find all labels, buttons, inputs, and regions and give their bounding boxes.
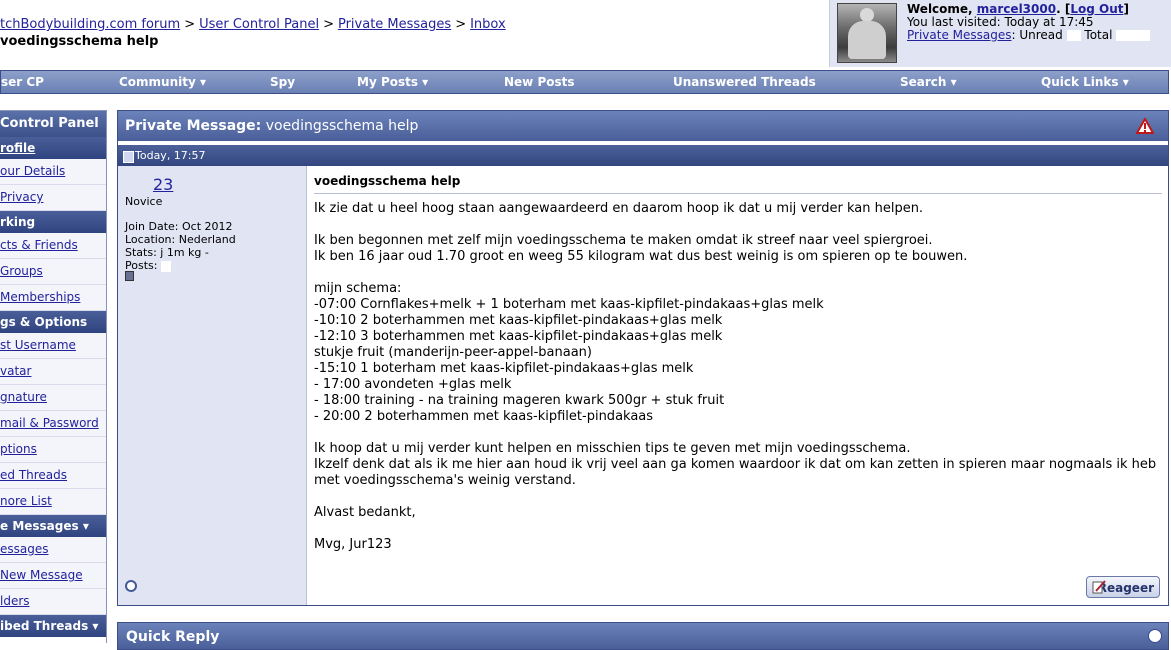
last-visited-label: You last visited: Today at xyxy=(907,15,1059,29)
redacted-post-count xyxy=(160,260,171,272)
sidebar-item-label[interactable]: essages xyxy=(0,542,49,556)
quick-reply-label: Quick Reply xyxy=(126,629,220,645)
unread-label: : Unread xyxy=(1011,28,1067,42)
message-body: Ik zie dat u heel hoog staan aangewaarde… xyxy=(314,201,1157,552)
sidebar-section-private-messages[interactable]: e Messages ▾ xyxy=(0,515,106,537)
sidebar-section-profile[interactable]: rofile xyxy=(0,137,106,159)
sidebar-item-ignore-list[interactable]: nore List xyxy=(0,489,106,515)
welcome-text: Welcome, marcel3000. [Log Out] You last … xyxy=(907,2,1151,42)
nav-unanswered-threads[interactable]: Unanswered Threads xyxy=(673,75,816,89)
sidebar-section-settings-options: gs & Options xyxy=(0,311,106,333)
sidebar-item-request-username[interactable]: st Username xyxy=(0,333,106,359)
sidebar-item-label[interactable]: cts & Friends xyxy=(0,238,78,252)
sidebar-item-groups[interactable]: Groups xyxy=(0,259,106,285)
sender-title: Novice xyxy=(125,195,163,208)
pm-header-label: Private Message: xyxy=(125,118,262,134)
avatar[interactable] xyxy=(837,3,897,63)
sidebar-item-label[interactable]: ptions xyxy=(0,442,37,456)
sender-location: Location: Nederland xyxy=(125,233,236,246)
private-message-panel: Private Message: voedingsschema help Tod… xyxy=(117,110,1169,606)
nav-search[interactable]: Search ▾ xyxy=(900,75,957,89)
total-label: Total xyxy=(1080,28,1117,42)
pm-header: Private Message: voedingsschema help xyxy=(118,111,1168,141)
welcome-prefix: Welcome, xyxy=(907,2,977,16)
pencil-icon xyxy=(1092,580,1106,594)
sidebar-item-subscribed-threads[interactable]: ed Threads xyxy=(0,463,106,489)
message-divider xyxy=(314,193,1162,194)
private-messages-link[interactable]: Private Messages xyxy=(907,28,1012,42)
sidebar-item-label[interactable]: New Message xyxy=(0,568,83,582)
user-cp-sidebar: Control Panel rofile our Details Privacy… xyxy=(0,110,107,643)
post-date-bar: Today, 17:57 xyxy=(118,145,1168,166)
sidebar-item-edit-folders[interactable]: lders xyxy=(0,589,106,615)
nav-new-posts[interactable]: New Posts xyxy=(504,75,575,89)
redacted-total-count xyxy=(1116,30,1151,41)
sender-username: 23 xyxy=(153,175,174,194)
breadcrumb-separator: > xyxy=(455,17,467,32)
sidebar-item-label[interactable]: nore List xyxy=(0,494,52,508)
nav-community[interactable]: Community ▾ xyxy=(119,75,206,89)
nav-quick-links[interactable]: Quick Links ▾ xyxy=(1041,75,1129,89)
sidebar-item-contacts-friends[interactable]: cts & Friends xyxy=(0,233,106,259)
sidebar-item-label[interactable]: lders xyxy=(0,594,30,608)
navbar: ser CP Community ▾ Spy My Posts ▾ New Po… xyxy=(0,70,1169,94)
sender-info: 23 Novice Join Date: Oct 2012 Location: … xyxy=(118,166,307,605)
collapse-icon[interactable] xyxy=(1148,629,1162,643)
page-title: voedingsschema help xyxy=(0,34,159,49)
sidebar-item-email-password[interactable]: mail & Password xyxy=(0,411,106,437)
logout-link[interactable]: Log Out xyxy=(1070,2,1123,16)
sidebar-item-signature[interactable]: gnature xyxy=(0,385,106,411)
nav-user-cp[interactable]: ser CP xyxy=(1,75,44,89)
sidebar-section-networking: rking xyxy=(0,211,106,233)
sidebar-item-label[interactable]: our Details xyxy=(0,164,65,178)
sidebar-item-label[interactable]: st Username xyxy=(0,338,76,352)
sender-stats: Stats: j 1m kg - xyxy=(125,246,209,259)
reputation-icon xyxy=(125,271,134,281)
nav-my-posts[interactable]: My Posts ▾ xyxy=(357,75,428,89)
message-content: voedingsschema help Ik zie dat u heel ho… xyxy=(314,166,1162,605)
sidebar-item-label[interactable]: ed Threads xyxy=(0,468,67,482)
user-offline-status-icon xyxy=(125,580,137,592)
sender-username-link[interactable]: 23 xyxy=(125,175,173,194)
message-subject: voedingsschema help xyxy=(314,174,461,188)
redacted-username-part xyxy=(125,178,153,193)
sidebar-section-profile-link[interactable]: rofile xyxy=(0,141,35,155)
sender-join-date: Join Date: Oct 2012 xyxy=(125,220,233,233)
quick-reply-header: Quick Reply xyxy=(117,622,1169,650)
breadcrumb-inbox-link[interactable]: Inbox xyxy=(470,17,506,32)
sidebar-section-subscribed-threads[interactable]: ibed Threads ▾ xyxy=(0,615,106,637)
sidebar-item-label[interactable]: Privacy xyxy=(0,190,43,204)
sidebar-item-privacy[interactable]: Privacy xyxy=(0,185,106,211)
sidebar-item-your-details[interactable]: our Details xyxy=(0,159,106,185)
breadcrumb-forum-link[interactable]: tchBodybuilding.com forum xyxy=(0,17,180,32)
username-link[interactable]: marcel3000 xyxy=(977,2,1056,16)
reply-button-label: Reageer xyxy=(1097,581,1154,595)
sidebar-item-send-new-message[interactable]: New Message xyxy=(0,563,106,589)
sidebar-item-list-messages[interactable]: essages xyxy=(0,537,106,563)
sidebar-item-label[interactable]: gnature xyxy=(0,390,47,404)
pm-header-subject: voedingsschema help xyxy=(261,118,419,134)
sidebar-item-options[interactable]: ptions xyxy=(0,437,106,463)
nav-spy[interactable]: Spy xyxy=(270,75,295,89)
sender-details: Join Date: Oct 2012 Location: Nederland … xyxy=(125,220,236,272)
sidebar-item-avatar[interactable]: vatar xyxy=(0,359,106,385)
report-warning-icon[interactable] xyxy=(1136,118,1154,134)
breadcrumb-separator: > xyxy=(323,17,334,32)
sidebar-title: Control Panel xyxy=(0,111,106,137)
post-icon xyxy=(123,151,134,163)
sidebar-item-label[interactable]: Groups xyxy=(0,264,43,278)
sidebar-item-label[interactable]: Memberships xyxy=(0,290,80,304)
sidebar-item-label[interactable]: mail & Password xyxy=(0,416,99,430)
reply-button[interactable]: Reageer xyxy=(1086,576,1160,598)
breadcrumb-private-messages-link[interactable]: Private Messages xyxy=(338,17,451,32)
post-date: Today, 17:57 xyxy=(135,149,206,162)
welcome-box: Welcome, marcel3000. [Log Out] You last … xyxy=(829,0,1171,67)
redacted-unread-count xyxy=(1066,30,1081,41)
breadcrumb: tchBodybuilding.com forum > User Control P… xyxy=(0,17,506,32)
last-visited-time: 17:45 xyxy=(1058,15,1094,29)
breadcrumb-separator: > xyxy=(184,17,196,32)
breadcrumb-user-cp-link[interactable]: User Control Panel xyxy=(199,17,319,32)
sidebar-item-label[interactable]: vatar xyxy=(0,364,31,378)
sidebar-item-memberships[interactable]: Memberships xyxy=(0,285,106,311)
